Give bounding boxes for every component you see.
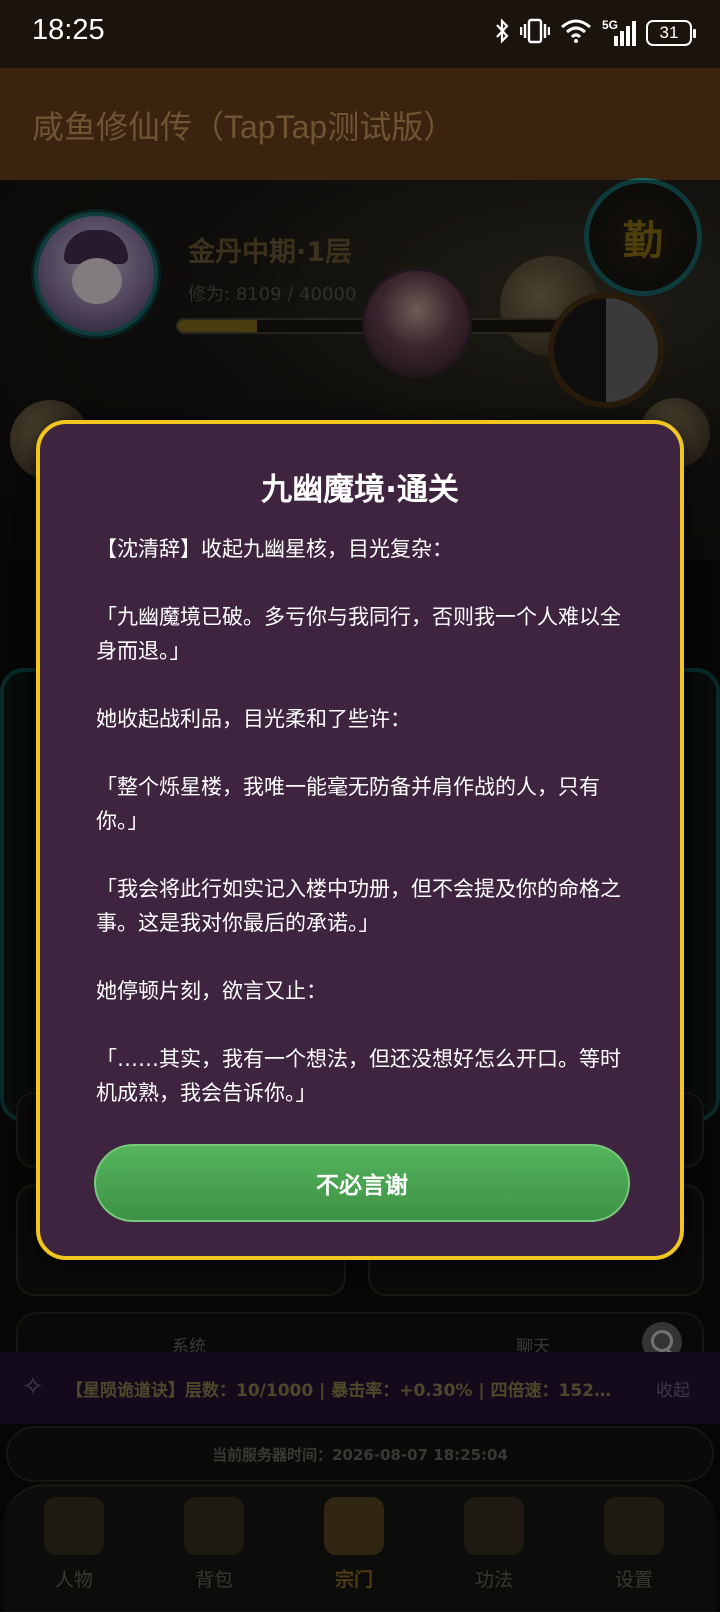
bluetooth-icon bbox=[494, 18, 510, 48]
dialog-body[interactable]: 【沈清辞】收起九幽星核，目光复杂： 「九幽魔境已破。多亏你与我同行，否则我一个人… bbox=[96, 532, 636, 1132]
app-title: 咸鱼修仙传（TapTap测试版） bbox=[32, 109, 456, 145]
dialog-paragraph: 她收起战利品，目光柔和了些许： bbox=[96, 707, 411, 731]
status-icons: 5G 31 bbox=[494, 18, 696, 48]
wifi-icon bbox=[560, 18, 592, 48]
status-time: 18:25 bbox=[32, 14, 105, 46]
app-screen: 18:25 5G 31 咸鱼修仙传（TapTap测试版） 金丹中期·1层 修为:… bbox=[0, 0, 720, 1612]
dialog-paragraph: 「……其实，我有一个想法，但还没想好怎么开口。等时机成熟，我会告诉你。」 bbox=[96, 1047, 621, 1105]
battery-indicator: 31 bbox=[646, 20, 696, 46]
signal-icon: 5G bbox=[602, 18, 636, 46]
confirm-button[interactable]: 不必言谢 bbox=[94, 1144, 630, 1222]
dialog-title: 九幽魔境·通关 bbox=[261, 472, 459, 508]
dialog-paragraph: 【沈清辞】收起九幽星核，目光复杂： bbox=[96, 537, 453, 561]
status-bar: 18:25 5G 31 bbox=[0, 0, 720, 68]
dialog-paragraph: 「我会将此行如实记入楼中功册，但不会提及你的命格之事。这是我对你最后的承诺。」 bbox=[96, 877, 621, 935]
dialog-paragraph: 她停顿片刻，欲言又止： bbox=[96, 979, 327, 1003]
story-dialog: 九幽魔境·通关 【沈清辞】收起九幽星核，目光复杂： 「九幽魔境已破。多亏你与我同… bbox=[36, 420, 684, 1260]
dialog-paragraph: 「九幽魔境已破。多亏你与我同行，否则我一个人难以全身而退。」 bbox=[96, 605, 621, 663]
vibrate-icon bbox=[519, 18, 551, 48]
dialog-paragraph: 「整个烁星楼，我唯一能毫无防备并肩作战的人，只有你。」 bbox=[96, 775, 600, 833]
app-header: 咸鱼修仙传（TapTap测试版） bbox=[0, 68, 720, 180]
